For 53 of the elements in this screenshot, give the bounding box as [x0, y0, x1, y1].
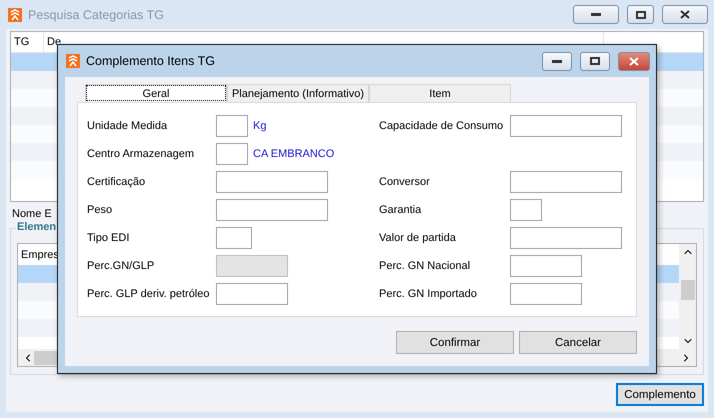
input-field[interactable] — [510, 227, 622, 249]
input-field[interactable] — [216, 227, 252, 249]
input-field[interactable] — [510, 115, 622, 137]
field-label: Perc. GLP deriv. petróleo — [87, 288, 210, 300]
field-label: Perc. GN Nacional — [379, 260, 472, 272]
input-field[interactable] — [216, 171, 328, 193]
input-field[interactable] — [216, 143, 248, 165]
field-label: Tipo EDI — [87, 232, 130, 244]
minimize-button[interactable] — [573, 5, 619, 24]
dialog-title: Complemento Itens TG — [86, 54, 215, 68]
group-title: Elemen — [16, 221, 58, 233]
field-label: Peso — [87, 204, 114, 216]
input-field[interactable] — [216, 115, 248, 137]
field-label: Perc.GN/GLP — [87, 260, 156, 272]
field-label: Perc. GN Importado — [379, 288, 478, 300]
dialog-button[interactable]: Cancelar — [519, 331, 637, 354]
input-field[interactable] — [510, 171, 622, 193]
maximize-button[interactable] — [627, 5, 654, 24]
close-icon — [629, 56, 639, 66]
field-label: Capacidade de Consumo — [379, 120, 504, 132]
dialog-button[interactable]: Confirmar — [396, 331, 514, 354]
tab[interactable]: Planejamento (Informativo) — [227, 84, 369, 102]
minimize-icon — [552, 60, 562, 62]
input-field[interactable] — [216, 283, 288, 305]
close-button[interactable] — [662, 5, 708, 24]
tab[interactable]: Item — [369, 84, 511, 102]
field-label: Conversor — [379, 176, 431, 188]
minimize-icon — [591, 13, 601, 16]
maximize-icon — [590, 57, 600, 65]
field-label: Unidade Medida — [87, 120, 168, 132]
column-header[interactable]: TG — [11, 32, 44, 52]
vertical-scrollbar[interactable] — [679, 244, 696, 349]
scrollbar-thumb[interactable] — [680, 280, 694, 300]
maximize-icon — [636, 10, 646, 18]
input-field[interactable] — [510, 255, 582, 277]
input-field[interactable] — [510, 199, 542, 221]
close-icon — [680, 10, 690, 19]
field-label: Centro Armazenagem — [87, 148, 195, 160]
field-label: Nome E — [12, 208, 52, 220]
input-field[interactable] — [216, 199, 328, 221]
minimize-button[interactable] — [542, 52, 572, 70]
app-logo-icon — [66, 54, 80, 68]
field-label: Garantia — [379, 204, 422, 216]
window-title: Pesquisa Categorias TG — [28, 8, 164, 22]
app-logo-icon — [8, 8, 22, 22]
complemento-button[interactable]: Complemento — [616, 383, 704, 406]
maximize-button[interactable] — [580, 52, 610, 70]
tab[interactable]: Geral — [85, 84, 227, 102]
field-label: Certificação — [87, 176, 146, 188]
unit-label: CA EMBRANCO — [253, 148, 334, 160]
unit-label: Kg — [253, 120, 266, 132]
field-label: Valor de partida — [379, 232, 457, 244]
input-field[interactable] — [510, 283, 582, 305]
